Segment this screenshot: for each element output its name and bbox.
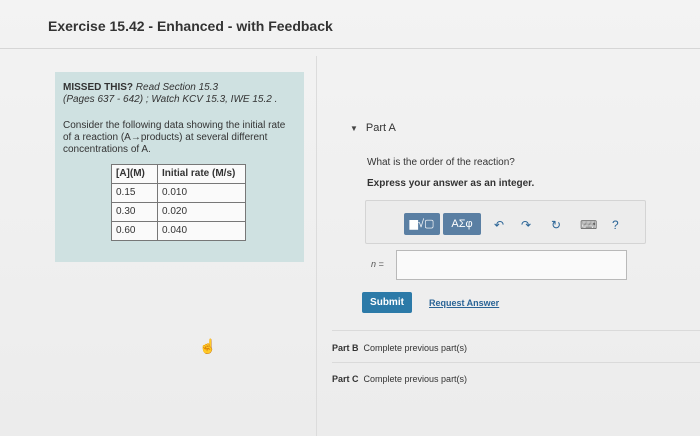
table-cell: 0.30 [111, 202, 158, 222]
table-cell: 0.15 [111, 183, 158, 203]
part-c-label: Part C [332, 374, 359, 384]
part-divider [332, 362, 700, 363]
keyboard-icon[interactable]: ⌨ [580, 218, 597, 232]
table-header-row: [A](M) Initial rate (M/s) [111, 164, 246, 184]
answer-input[interactable] [396, 250, 627, 280]
caret-down-icon: ▼ [350, 124, 358, 133]
part-b-label: Part B [332, 343, 359, 353]
request-answer-link[interactable]: Request Answer [429, 298, 499, 308]
greek-symbols-button[interactable]: ΑΣφ [443, 213, 481, 235]
missed-label: MISSED THIS? [63, 82, 134, 93]
part-a-toggle[interactable]: ▼ Part A [350, 122, 396, 134]
part-divider [332, 330, 700, 331]
pages-reference: (Pages 637 - 642) ; Watch KCV 15.3, IWE … [63, 94, 278, 105]
help-icon[interactable]: ? [612, 218, 619, 232]
page: Exercise 15.42 - Enhanced - with Feedbac… [0, 0, 700, 436]
submit-button[interactable]: Submit [362, 292, 412, 313]
hand-cursor-icon: ☝ [199, 338, 217, 354]
undo-icon[interactable]: ↶ [494, 218, 504, 232]
missed-this-line: MISSED THIS? Read Section 15.3 [63, 82, 296, 94]
table-cell: 0.040 [157, 221, 246, 241]
title-divider [0, 48, 700, 49]
read-section-text: Read Section 15.3 [133, 82, 219, 93]
problem-statement: Consider the following data showing the … [63, 120, 286, 155]
question-text: What is the order of the reaction? [367, 157, 515, 168]
variable-label: n = [371, 259, 384, 269]
part-c-status: Complete previous part(s) [363, 374, 468, 384]
reset-icon[interactable]: ↻ [551, 218, 561, 232]
part-c-row[interactable]: Part C Complete previous part(s) [332, 374, 467, 384]
part-b-row[interactable]: Part B Complete previous part(s) [332, 343, 467, 353]
redo-icon[interactable]: ↷ [521, 218, 531, 232]
table-cell: 0.010 [157, 183, 246, 203]
table-row: 0.60 0.040 [111, 221, 246, 241]
template-button[interactable]: ▆√▢ [404, 213, 440, 235]
table-row: 0.15 0.010 [111, 183, 246, 203]
table-row: 0.30 0.020 [111, 202, 246, 222]
column-divider [316, 56, 317, 436]
page-title: Exercise 15.42 - Enhanced - with Feedbac… [48, 18, 333, 34]
answer-instruction: Express your answer as an integer. [367, 178, 535, 189]
info-panel: MISSED THIS? Read Section 15.3 (Pages 63… [55, 72, 304, 262]
column-header-rate: Initial rate (M/s) [157, 164, 246, 184]
part-a-label: Part A [365, 122, 396, 134]
column-header-concentration: [A](M) [111, 164, 158, 184]
part-b-status: Complete previous part(s) [363, 343, 468, 353]
data-table: [A](M) Initial rate (M/s) 0.15 0.010 0.3… [111, 164, 246, 241]
answer-toolbar-panel: ▆√▢ ΑΣφ ↶ ↷ ↻ ⌨ ? [365, 200, 646, 244]
table-cell: 0.60 [111, 221, 158, 241]
table-cell: 0.020 [157, 202, 246, 222]
